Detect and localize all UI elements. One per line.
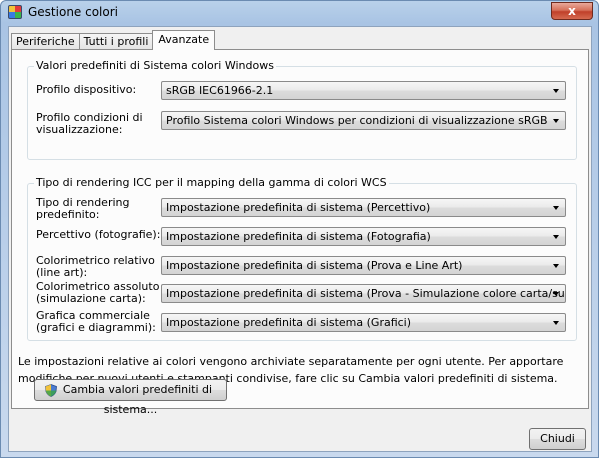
viewing-conditions-label: Profilo condizioni di visualizzazione: <box>36 112 143 136</box>
device-profile-label: Profilo dispositivo: <box>36 83 137 96</box>
window-close-button[interactable]: x <box>551 2 593 20</box>
viewing-conditions-label-line2: visualizzazione: <box>36 123 123 136</box>
viewing-conditions-dropdown[interactable]: Profilo Sistema colori Windows per condi… <box>161 111 566 130</box>
viewing-conditions-value: Profilo Sistema colori Windows per condi… <box>166 114 548 127</box>
tab-panel-avanzate: Valori predefiniti di Sistema colori Win… <box>11 49 589 409</box>
absolute-colorimetric-value: Impostazione predefinita di sistema (Pro… <box>166 287 566 300</box>
business-graphics-label-line2: (grafici e diagrammi): <box>36 321 156 334</box>
relative-colorimetric-label: Colorimetrico relativo (line art): <box>36 255 155 279</box>
relative-colorimetric-value: Impostazione predefinita di sistema (Pro… <box>166 259 463 272</box>
rendering-intent-label-line2: predefinito: <box>36 208 100 221</box>
group-title-icc-rendering: Tipo di rendering ICC per il mapping del… <box>34 176 389 189</box>
absolute-colorimetric-label: Colorimetrico assoluto (simulazione cart… <box>36 281 159 305</box>
perceptual-dropdown[interactable]: Impostazione predefinita di sistema (Fot… <box>161 227 566 246</box>
chevron-down-icon <box>553 206 559 210</box>
business-graphics-value: Impostazione predefinita di sistema (Gra… <box>166 316 412 329</box>
relative-colorimetric-label-line2: (line art): <box>36 266 88 279</box>
tab-periferiche[interactable]: Periferiche <box>11 33 80 50</box>
color-management-icon <box>8 5 22 19</box>
business-graphics-label: Grafica commerciale (grafici e diagrammi… <box>36 310 156 334</box>
rendering-intent-value: Impostazione predefinita di sistema (Per… <box>166 201 431 214</box>
perceptual-value: Impostazione predefinita di sistema (Fot… <box>166 230 431 243</box>
absolute-colorimetric-dropdown[interactable]: Impostazione predefinita di sistema (Pro… <box>161 284 566 303</box>
device-profile-value: sRGB IEC61966-2.1 <box>166 84 274 97</box>
chevron-down-icon <box>553 235 559 239</box>
perceptual-label: Percettivo (fotografie): <box>36 228 161 241</box>
change-system-defaults-button[interactable]: Cambia valori predefiniti di sistema... <box>34 379 227 416</box>
chevron-down-icon <box>553 264 559 268</box>
icc-rendering-intent-group: Tipo di rendering ICC per il mapping del… <box>27 176 577 341</box>
windows-color-system-defaults-group: Valori predefiniti di Sistema colori Win… <box>27 59 577 160</box>
group-title-windows-defaults: Valori predefiniti di Sistema colori Win… <box>34 59 276 72</box>
change-system-defaults-label: Cambia valori predefiniti di sistema... <box>62 383 213 416</box>
tab-tutti-i-profili[interactable]: Tutti i profili <box>78 33 154 50</box>
title-bar: Gestione colori x <box>1 1 598 25</box>
color-management-window: Gestione colori x Periferiche Tutti i pr… <box>0 0 599 458</box>
uac-shield-icon <box>45 384 57 397</box>
dialog-client-area: Periferiche Tutti i profili Avanzate Val… <box>8 26 592 452</box>
tab-strip: Periferiche Tutti i profili Avanzate <box>11 30 216 50</box>
tab-avanzate[interactable]: Avanzate <box>152 30 216 50</box>
chevron-down-icon <box>553 292 559 296</box>
rendering-intent-dropdown[interactable]: Impostazione predefinita di sistema (Per… <box>161 198 566 217</box>
absolute-colorimetric-label-line2: (simulazione carta): <box>36 292 146 305</box>
window-title: Gestione colori <box>28 5 118 19</box>
rendering-intent-label: Tipo di rendering predefinito: <box>36 197 129 221</box>
relative-colorimetric-dropdown[interactable]: Impostazione predefinita di sistema (Pro… <box>161 256 566 275</box>
business-graphics-dropdown[interactable]: Impostazione predefinita di sistema (Gra… <box>161 313 566 332</box>
chevron-down-icon <box>553 321 559 325</box>
chevron-down-icon <box>553 89 559 93</box>
device-profile-dropdown[interactable]: sRGB IEC61966-2.1 <box>161 81 566 100</box>
chevron-down-icon <box>553 119 559 123</box>
close-button[interactable]: Chiudi <box>529 428 586 450</box>
